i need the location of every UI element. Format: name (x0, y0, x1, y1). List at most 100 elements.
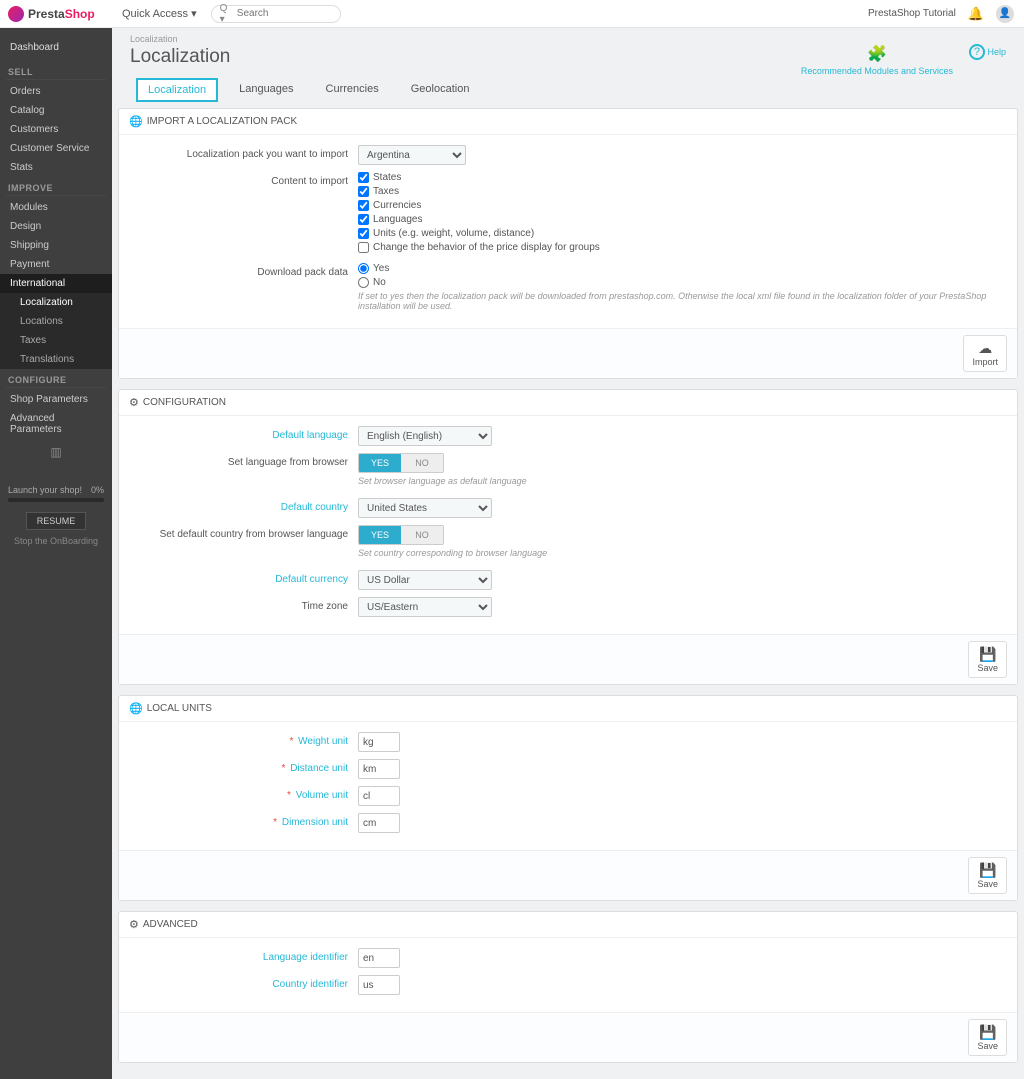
download-yes-label: Yes (373, 263, 389, 274)
panel-units-title: LOCAL UNITS (147, 703, 212, 714)
sidebar-item-customers[interactable]: Customers (0, 120, 112, 139)
resume-button[interactable]: RESUME (26, 512, 87, 530)
main: Quick Access ▾ Q ▾ PrestaShop Tutorial 🔔… (112, 0, 1024, 1079)
download-no-label: No (373, 277, 386, 288)
stop-onboarding-link[interactable]: Stop the OnBoarding (8, 536, 104, 546)
default-language-select[interactable]: English (English) (358, 426, 492, 446)
stats-icon[interactable]: ▥ (0, 439, 112, 465)
tabs: Localization Languages Currencies Geoloc… (130, 78, 1006, 102)
config-save-label: Save (977, 663, 998, 673)
page-header: Localization Localization 🧩 Recommended … (112, 28, 1024, 102)
timezone-label: Time zone (133, 597, 358, 612)
launch-box: Launch your shop! 0% RESUME Stop the OnB… (0, 477, 112, 554)
timezone-select[interactable]: US/Eastern (358, 597, 492, 617)
check-price-display[interactable] (358, 242, 369, 253)
check-taxes-label: Taxes (373, 186, 399, 197)
lang-id-label[interactable]: Language identifier (133, 948, 358, 963)
sidebar-item-stats[interactable]: Stats (0, 158, 112, 177)
download-no-radio[interactable] (358, 277, 369, 288)
check-languages-label: Languages (373, 214, 423, 225)
search-box[interactable]: Q ▾ (211, 5, 341, 23)
tab-currencies[interactable]: Currencies (315, 78, 390, 102)
tab-geolocation[interactable]: Geolocation (400, 78, 481, 102)
import-button-label: Import (972, 357, 998, 367)
check-languages[interactable] (358, 214, 369, 225)
default-country-label[interactable]: Default country (133, 498, 358, 513)
lang-browser-label: Set language from browser (133, 453, 358, 468)
dimension-input[interactable] (358, 813, 400, 833)
save-icon-2: 💾 (977, 862, 998, 879)
logo[interactable]: PrestaShop (0, 0, 112, 28)
search-scope-icon[interactable]: Q ▾ (220, 3, 233, 25)
country-id-label[interactable]: Country identifier (133, 975, 358, 990)
sidebar-sub-translations[interactable]: Translations (0, 350, 112, 369)
search-input[interactable] (237, 8, 332, 19)
sidebar-item-advanced-parameters[interactable]: Advanced Parameters (0, 409, 112, 439)
country-id-input (358, 975, 400, 995)
sidebar-sub-localization[interactable]: Localization (0, 293, 112, 312)
check-states[interactable] (358, 172, 369, 183)
tab-languages[interactable]: Languages (228, 78, 304, 102)
weight-input[interactable] (358, 732, 400, 752)
country-browser-help: Set country corresponding to browser lan… (358, 548, 1003, 558)
globe-icon: 🌐 (129, 115, 143, 128)
sidebar-sub-taxes[interactable]: Taxes (0, 331, 112, 350)
volume-label: * Volume unit (133, 786, 358, 801)
check-taxes[interactable] (358, 186, 369, 197)
import-button[interactable]: ☁ Import (963, 335, 1007, 372)
cloud-download-icon: ☁ (972, 340, 998, 357)
sidebar-sub-locations[interactable]: Locations (0, 312, 112, 331)
lang-browser-toggle[interactable]: YESNO (358, 453, 444, 473)
country-browser-toggle[interactable]: YESNO (358, 525, 444, 545)
config-save-button[interactable]: 💾 Save (968, 641, 1007, 678)
sidebar: PrestaShop Dashboard SELL Orders Catalog… (0, 0, 112, 1079)
nav-section-configure: CONFIGURE (0, 369, 112, 387)
sidebar-sub-international: Localization Locations Taxes Translation… (0, 293, 112, 369)
toggle-yes[interactable]: YES (359, 454, 401, 472)
default-language-label[interactable]: Default language (133, 426, 358, 441)
units-save-button[interactable]: 💾 Save (968, 857, 1007, 894)
recommended-modules-link[interactable]: 🧩 Recommended Modules and Services (801, 44, 953, 76)
sidebar-item-dashboard[interactable]: Dashboard (0, 34, 112, 61)
avatar[interactable]: 👤 (996, 5, 1014, 23)
sidebar-item-catalog[interactable]: Catalog (0, 101, 112, 120)
pack-label: Localization pack you want to import (133, 145, 358, 160)
recommended-modules-label: Recommended Modules and Services (801, 66, 953, 76)
toggle-no[interactable]: NO (401, 454, 443, 472)
sidebar-item-orders[interactable]: Orders (0, 82, 112, 101)
volume-input[interactable] (358, 786, 400, 806)
sidebar-item-customer-service[interactable]: Customer Service (0, 139, 112, 158)
help-icon: ? (969, 44, 985, 60)
tutorial-link[interactable]: PrestaShop Tutorial (868, 8, 956, 19)
panel-import-title: IMPORT A LOCALIZATION PACK (147, 116, 297, 127)
check-units-label: Units (e.g. weight, volume, distance) (373, 228, 534, 239)
sidebar-item-international[interactable]: International (0, 274, 112, 293)
panel-local-units: 🌐 LOCAL UNITS * Weight unit * Distance u… (118, 695, 1018, 901)
sidebar-item-modules[interactable]: Modules (0, 198, 112, 217)
launch-pct: 0% (91, 485, 104, 495)
sidebar-item-payment[interactable]: Payment (0, 255, 112, 274)
check-units[interactable] (358, 228, 369, 239)
breadcrumb: Localization (130, 34, 1006, 44)
quick-access-dropdown[interactable]: Quick Access ▾ (122, 7, 197, 20)
content: 🌐 IMPORT A LOCALIZATION PACK Localizatio… (112, 102, 1024, 1079)
tab-localization[interactable]: Localization (136, 78, 218, 102)
default-country-select[interactable]: United States (358, 498, 492, 518)
country-browser-label: Set default country from browser languag… (133, 525, 358, 540)
default-currency-select[interactable]: US Dollar (358, 570, 492, 590)
check-currencies[interactable] (358, 200, 369, 211)
help-link[interactable]: ? Help (969, 44, 1006, 76)
sidebar-item-shop-parameters[interactable]: Shop Parameters (0, 390, 112, 409)
default-currency-label[interactable]: Default currency (133, 570, 358, 585)
toggle-yes-2[interactable]: YES (359, 526, 401, 544)
toggle-no-2[interactable]: NO (401, 526, 443, 544)
pack-select[interactable]: Argentina (358, 145, 466, 165)
advanced-save-button[interactable]: 💾 Save (968, 1019, 1007, 1056)
panel-advanced-title: ADVANCED (143, 919, 198, 930)
download-yes-radio[interactable] (358, 263, 369, 274)
notifications-icon[interactable]: 🔔 (968, 6, 984, 22)
distance-input[interactable] (358, 759, 400, 779)
sidebar-item-design[interactable]: Design (0, 217, 112, 236)
sidebar-item-shipping[interactable]: Shipping (0, 236, 112, 255)
panel-import: 🌐 IMPORT A LOCALIZATION PACK Localizatio… (118, 108, 1018, 379)
